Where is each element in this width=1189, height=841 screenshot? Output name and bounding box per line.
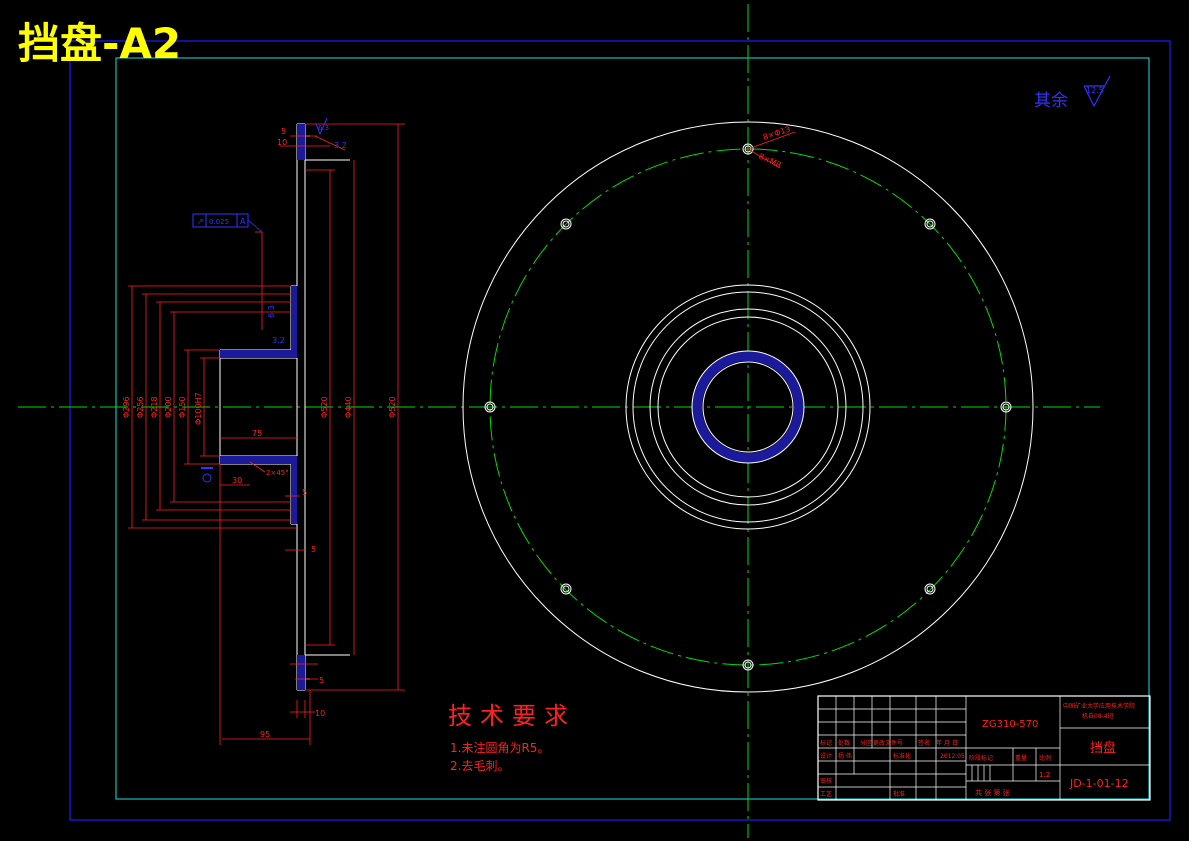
tb-rev-h2: 分区 [860,739,872,747]
dim-bot-5c: 5 [319,676,324,685]
ra-b: 6.3 [318,124,329,132]
dim-d150: Φ150 [178,396,187,418]
roughness-other-label: 其余 [1034,91,1068,111]
tb-part-name: 挡盘 [1090,740,1116,756]
tb-rev-h1: 处数 [838,739,850,747]
hatch-mid-top [291,286,297,350]
bolt-hole [924,583,936,595]
dim-len-75: 75 [252,429,262,438]
dim-d520: Φ520 [388,396,397,418]
dim-bot-5a: 5 [302,488,307,497]
dim-d200: Φ200 [164,396,173,418]
tb-date: 2012.05 [940,753,965,760]
hatch-mid-bottom [291,464,297,524]
tb-rev-h0: 标记 [820,739,832,747]
tb-stage: 阶段标记 [969,754,993,762]
sheet-title: 挡盘-A2 [18,19,181,68]
tb-rev-h4: 签名 [918,739,930,747]
dim-bot-5b: 5 [311,545,316,554]
tech-req-line-1: 1.未注圆角为R5。 [450,740,549,755]
tb-material: ZG310-570 [982,719,1038,730]
tb-approve: 批准 [893,790,905,798]
tb-role-check: 审核 [820,777,832,785]
tb-designer: 杨 伟 [838,752,852,760]
hatch-bottom [297,655,305,690]
dim-top-5: 5 [281,127,286,136]
tb-sheets: 共 张 第 张 [975,788,1010,797]
tech-req-line-2: 2.去毛刺。 [450,759,509,773]
tolerance-value: 0.025 [209,218,229,226]
tb-school: 中国矿业大学应用技术学院 [1063,702,1135,710]
tb-weight: 重量 [1015,754,1027,762]
tb-class: 机自08-4班 [1082,712,1114,720]
roughness-value: 12.5 [1086,86,1104,95]
dim-d420: Φ520 [320,396,329,418]
runout-icon: ↗ [197,217,204,226]
ra-c: 3.2 [272,336,285,345]
tb-standardize: 标准化 [893,752,911,760]
holes-callout-1: 8×Φ13 [762,125,792,142]
dim-d218: Φ218 [150,396,159,418]
dim-d100h7: Φ100H7 [194,392,203,425]
tb-drawing-number: JD-1-01-12 [1069,777,1129,790]
tb-scale-label: 比例 [1039,754,1051,762]
dim-d296: Φ296 [122,396,131,418]
cad-drawing: 挡盘-A2 其余 12.5 8×Φ13 8×M8 ↗ 0.025 A 3.2 6… [18,4,1171,838]
tb-rev-h3: 更改文件号 [873,739,903,747]
hatch-hub-bottom [220,456,297,464]
inner-frame [115,57,1150,800]
dim-d440: Φ440 [344,396,353,418]
hatch-top [297,124,305,160]
tb-role-process: 工艺 [820,790,832,798]
hatch-hub-top [220,350,297,358]
tb-rev-h5: 年 月 日 [936,739,958,747]
dim-bot-10: 10 [315,709,325,718]
dimension-lines [128,123,405,745]
tech-req-title: 技术要求 [448,702,576,730]
title-block: ZG310-570 中国矿业大学应用技术学院 机自08-4班 挡盘 JD-1-0… [817,695,1151,801]
dim-chamfer: 2×45° [266,469,289,477]
tb-role-design: 设计 [820,752,832,760]
holes-callout-2: 8×M8 [757,152,782,170]
datum-letter: A [240,217,246,226]
tolerance-frame: ↗ 0.025 A [192,213,263,233]
bolt-hole [560,583,572,595]
ra-a: 3.2 [334,141,347,150]
ra-d: 6.3 [267,305,276,318]
dim-len-95: 95 [260,730,270,739]
dim-d256: Φ256 [136,396,145,418]
tb-scale: 1:2 [1039,771,1050,779]
section-view: ↗ 0.025 A 3.2 6.3 3.2 6.3 5 10 Φ520 Φ440… [122,117,405,745]
dim-top-10: 10 [277,138,287,147]
dim-len-30: 30 [232,476,242,485]
datum-symbol-icon [201,467,213,483]
